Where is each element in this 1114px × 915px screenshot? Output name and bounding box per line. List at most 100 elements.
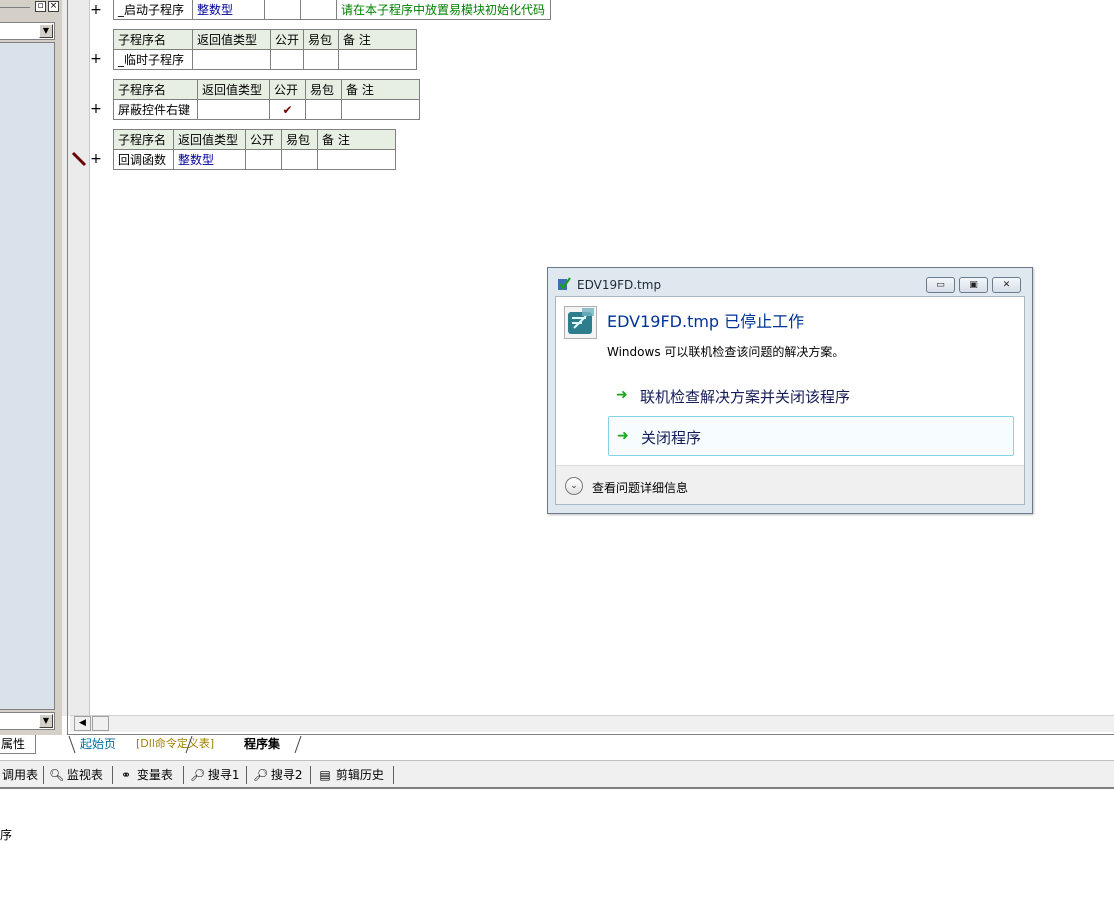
remark-cell[interactable] xyxy=(341,99,420,120)
view-details-link[interactable]: 查看问题详细信息 xyxy=(592,479,688,496)
table-header-row: 子程序名 返回值类型 公开 易包 备 注 xyxy=(113,29,418,50)
easy-pkg-cell[interactable] xyxy=(281,149,318,170)
easy-pkg-cell[interactable] xyxy=(303,49,340,70)
search1-button[interactable]: 🔎︎ 搜寻1 xyxy=(190,767,239,783)
dialog-description: Windows 可以联机检查该问题的解决方案。 xyxy=(607,345,845,359)
close-program-label: 关闭程序 xyxy=(641,429,702,447)
subroutine-table: 子程序名 返回值类型 公开 易包 备 注 屏蔽控件右键 ✔ xyxy=(113,79,420,120)
expand-toggle[interactable]: + xyxy=(90,152,102,166)
return-type-cell[interactable]: 整数型 xyxy=(173,149,246,170)
remark-cell[interactable] xyxy=(338,49,418,70)
header-return-type: 返回值类型 xyxy=(173,129,246,150)
property-list[interactable] xyxy=(0,42,55,710)
header-return-type: 返回值类型 xyxy=(197,79,270,100)
easy-pkg-cell[interactable] xyxy=(300,0,337,20)
table-header-row: 子程序名 返回值类型 公开 易包 备 注 xyxy=(113,129,396,150)
search2-button[interactable]: 🔎︎ 搜寻2 xyxy=(253,767,302,783)
check-online-label: 联机检查解决方案并关闭该程序 xyxy=(640,388,851,406)
header-remark: 备 注 xyxy=(341,79,420,100)
subroutine-table: _启动子程序 整数型 请在本子程序中放置易模块初始化代码 xyxy=(113,0,551,20)
panel-title-line xyxy=(0,7,30,8)
expand-toggle[interactable]: + xyxy=(90,102,102,116)
search-doc-icon: 🔎︎ xyxy=(190,768,206,782)
header-remark: 备 注 xyxy=(338,29,418,50)
clip-history-button[interactable]: ▤ 剪辑历史 xyxy=(318,767,384,783)
sub-name-cell[interactable]: _临时子程序 xyxy=(113,49,193,70)
subroutine-table: 子程序名 返回值类型 公开 易包 备 注 _临时子程序 xyxy=(113,29,418,70)
header-easy-pkg: 易包 xyxy=(281,129,318,150)
search-doc-icon: 🔎︎ xyxy=(253,768,269,782)
public-cell[interactable] xyxy=(264,0,301,20)
public-cell[interactable] xyxy=(269,49,305,70)
toolbar-separator xyxy=(393,766,394,784)
variables-icon: ⚭ xyxy=(120,768,132,782)
header-easy-pkg: 易包 xyxy=(305,79,342,100)
dialog-title: EDV19FD.tmp xyxy=(577,278,662,292)
subroutine-table: 子程序名 返回值类型 公开 易包 备 注 回调函数 整数型 xyxy=(113,129,396,170)
public-cell[interactable] xyxy=(245,149,282,170)
app-check-icon xyxy=(557,277,571,291)
header-remark: 备 注 xyxy=(317,129,396,150)
call-table-button[interactable]: 调用表 xyxy=(2,767,38,783)
call-table-label: 调用表 xyxy=(2,768,39,782)
green-arrow-icon: ➜ xyxy=(616,387,628,403)
close-program-option[interactable]: ➜ 关闭程序 xyxy=(608,416,1014,456)
minimize-button[interactable]: ▭ xyxy=(926,277,955,293)
chevron-down-icon[interactable]: ⌄ xyxy=(565,477,583,495)
dialog-heading: EDV19FD.tmp 已停止工作 xyxy=(607,312,805,331)
output-text: 序 xyxy=(0,828,13,842)
horizontal-scrollbar[interactable] xyxy=(70,715,1114,732)
table-header-row: 子程序名 返回值类型 公开 易包 备 注 xyxy=(113,79,420,100)
public-check-cell[interactable]: ✔ xyxy=(269,99,306,120)
chevron-down-icon[interactable]: ▼ xyxy=(39,714,53,728)
easy-pkg-cell[interactable] xyxy=(305,99,342,120)
header-return-type: 返回值类型 xyxy=(192,29,271,50)
header-easy-pkg: 易包 xyxy=(303,29,340,50)
vars-button[interactable]: ⚭ 变量表 xyxy=(119,767,173,783)
program-icon xyxy=(564,306,597,339)
search1-label: 搜寻1 xyxy=(207,768,240,782)
return-type-cell[interactable] xyxy=(197,99,270,120)
watch-button[interactable]: 🔍︎ 监视表 xyxy=(49,767,103,783)
sub-name-cell[interactable]: _启动子程序 xyxy=(113,0,193,20)
tab-properties[interactable]: 属性 xyxy=(0,735,36,754)
object-combo[interactable]: ▼ xyxy=(0,22,55,40)
sub-name-cell[interactable]: 回调函数 xyxy=(113,149,174,170)
panel-close-button[interactable]: × xyxy=(48,1,59,12)
maximize-button[interactable]: ▣ xyxy=(959,277,988,293)
current-line-marker-icon xyxy=(71,151,87,170)
table-row: 回调函数 整数型 xyxy=(113,149,396,170)
vars-label: 变量表 xyxy=(136,768,173,782)
check-online-option[interactable]: ➜ 联机检查解决方案并关闭该程序 xyxy=(608,376,1014,416)
toolbar-separator xyxy=(43,766,44,784)
chevron-down-icon[interactable]: ▼ xyxy=(39,24,53,38)
magnifier-icon: 🔍︎ xyxy=(49,768,65,782)
event-combo[interactable]: ▼ xyxy=(0,712,55,730)
clipboard-icon: ▤ xyxy=(319,768,331,782)
watch-label: 监视表 xyxy=(66,768,103,782)
scroll-left-icon[interactable]: ◀ xyxy=(74,716,91,731)
header-name: 子程序名 xyxy=(113,79,198,100)
toolbar-separator xyxy=(310,766,311,784)
table-row: 屏蔽控件右键 ✔ xyxy=(113,99,420,120)
toolbar-separator xyxy=(246,766,247,784)
panel-restore-button[interactable]: ▫ xyxy=(35,1,46,12)
header-public: 公开 xyxy=(269,29,305,50)
header-public: 公开 xyxy=(245,129,282,150)
search2-label: 搜寻2 xyxy=(270,768,303,782)
expand-toggle[interactable]: + xyxy=(90,3,102,17)
green-arrow-icon: ➜ xyxy=(617,428,629,444)
expand-toggle[interactable]: + xyxy=(90,52,102,66)
scroll-thumb[interactable] xyxy=(92,716,109,731)
toolbar-separator xyxy=(183,766,184,784)
remark-cell[interactable] xyxy=(317,149,396,170)
header-public: 公开 xyxy=(269,79,306,100)
return-type-cell[interactable] xyxy=(192,49,271,70)
table-row: _启动子程序 整数型 请在本子程序中放置易模块初始化代码 xyxy=(113,0,551,20)
table-row: _临时子程序 xyxy=(113,49,418,70)
clip-history-label: 剪辑历史 xyxy=(335,768,384,782)
sub-name-cell[interactable]: 屏蔽控件右键 xyxy=(113,99,198,120)
return-type-cell[interactable]: 整数型 xyxy=(192,0,265,20)
remark-cell[interactable]: 请在本子程序中放置易模块初始化代码 xyxy=(336,0,551,20)
close-button[interactable]: ✕ xyxy=(992,277,1021,293)
